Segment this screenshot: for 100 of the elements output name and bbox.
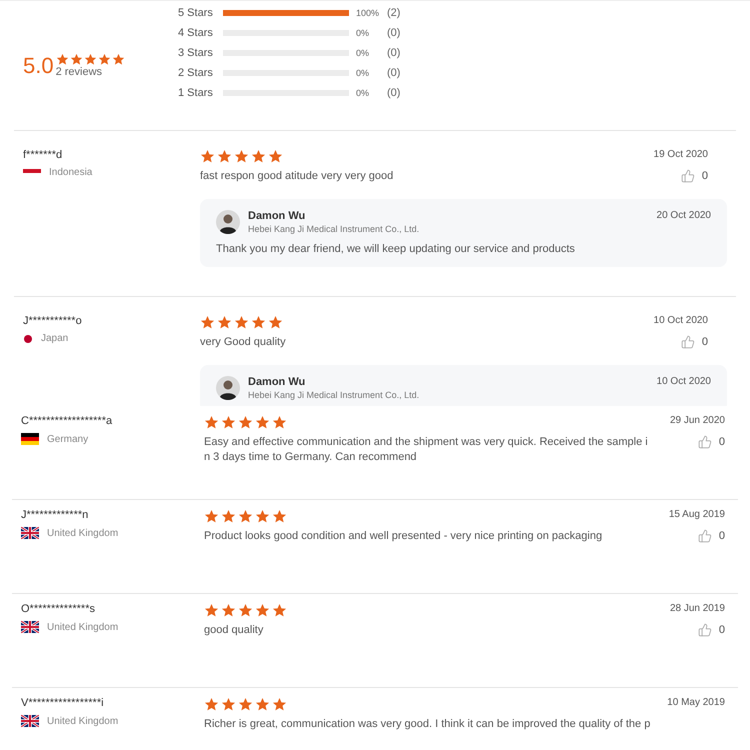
thumbs-up-icon[interactable] [680, 169, 695, 183]
star-icon [221, 509, 236, 524]
rating-count: (0) [387, 67, 400, 79]
star-icon [272, 697, 287, 712]
like-count: 0 [718, 624, 725, 636]
star-level-label: 3 Stars [178, 47, 214, 59]
reviewer-name: f*******d [23, 149, 64, 161]
like-count: 0 [702, 170, 708, 182]
star-icon [238, 509, 253, 524]
star-icon [217, 315, 232, 330]
star-icon [268, 315, 283, 330]
company-name: Hebei Kang Ji Medical Instrument Co., Ltd. [248, 390, 420, 400]
review-date: 10 May 2019 [667, 697, 725, 708]
thumbs-up-icon[interactable] [680, 335, 695, 349]
star-icon [255, 603, 270, 618]
rating-percent: 0% [356, 88, 370, 98]
star-icon [238, 415, 253, 430]
thumbs-up-icon[interactable] [698, 623, 712, 637]
rating-percent: 100% [356, 8, 380, 18]
avatar-icon [216, 210, 240, 234]
reviewer-country: United Kingdom [47, 622, 118, 632]
like-count: 0 [702, 336, 708, 348]
reply-text: Thank you my dear friend, we will keep updating our service and products [216, 243, 576, 255]
rating-percent: 0% [356, 68, 370, 78]
review-text: good quality [204, 623, 264, 638]
flag-icon [21, 621, 39, 633]
thumbs-up-icon[interactable] [698, 529, 712, 543]
review-date: 28 Jun 2019 [670, 603, 725, 614]
review-date: 15 Aug 2019 [668, 509, 725, 520]
replier-name: Damon Wu [248, 210, 306, 222]
like-count: 0 [718, 436, 725, 448]
reviewer-country: Japan [41, 333, 68, 344]
star-icon [70, 53, 83, 66]
star-level-label: 4 Stars [178, 27, 214, 39]
company-name: Hebei Kang Ji Medical Instrument Co., Ltd. [248, 224, 420, 234]
star-icon [255, 509, 270, 524]
rating-count: (0) [387, 87, 400, 99]
rating-count: (0) [387, 27, 400, 39]
reviewer-country: Germany [47, 434, 88, 444]
reviewer-name: J***********o [23, 315, 83, 327]
star-icon [204, 697, 219, 712]
star-icon [56, 53, 69, 66]
star-icon [268, 149, 283, 164]
review-text: fast respon good atitude very very good [200, 169, 394, 184]
star-level-label: 1 Stars [178, 87, 214, 99]
review-text: very Good quality [200, 335, 286, 350]
star-icon [272, 603, 287, 618]
star-icon [221, 697, 236, 712]
review-text: Easy and effective communication and the shipment was very quick. Received the sample in 3 days time to Germany. Can recommend [204, 435, 649, 465]
thumbs-up-icon[interactable] [698, 435, 712, 449]
replier-name: Damon Wu [248, 376, 306, 388]
like-count: 0 [718, 530, 725, 542]
review-text: Richer is great, communication was very good. I think it can be improved the quality of the p [204, 717, 650, 732]
rating-percent: 0% [356, 48, 370, 58]
flag-icon [23, 334, 33, 344]
star-icon [255, 415, 270, 430]
review-date: 10 Oct 2020 [654, 315, 708, 326]
star-icon [112, 53, 125, 66]
review-count: 2 reviews [56, 66, 104, 78]
star-icon [234, 149, 249, 164]
reply-date: 20 Oct 2020 [656, 210, 711, 221]
reviewer-name: J*************n [21, 509, 90, 521]
rating-percent: 0% [356, 28, 370, 38]
star-level-label: 2 Stars [178, 67, 214, 79]
rating-count: (0) [387, 47, 400, 59]
flag-icon [21, 433, 39, 445]
star-icon [204, 509, 219, 524]
star-icon [221, 415, 236, 430]
flag-icon [21, 715, 39, 727]
star-icon [200, 149, 215, 164]
reviewer-name: C******************a [21, 415, 114, 427]
star-icon [204, 603, 219, 618]
rating-count: (2) [387, 7, 400, 19]
star-icon [204, 415, 219, 430]
review-date: 29 Jun 2020 [670, 415, 725, 426]
star-icon [255, 697, 270, 712]
review-date: 19 Oct 2020 [654, 149, 708, 160]
star-icon [251, 315, 266, 330]
star-icon [272, 509, 287, 524]
star-icon [272, 415, 287, 430]
star-icon [251, 149, 266, 164]
reviewer-country: Indonesia [49, 167, 92, 178]
star-icon [238, 697, 253, 712]
average-score: 5.0 [23, 52, 54, 78]
reply-date: 10 Oct 2020 [656, 376, 711, 387]
star-icon [221, 603, 236, 618]
star-level-label: 5 Stars [178, 7, 214, 19]
star-icon [234, 315, 249, 330]
star-icon [217, 149, 232, 164]
reviewer-country: United Kingdom [47, 716, 118, 726]
avatar-icon [216, 376, 240, 400]
star-icon [238, 603, 253, 618]
review-text: Product looks good condition and well presented - very nice printing on packaging [204, 529, 602, 544]
star-icon [200, 315, 215, 330]
reviewer-name: V*****************i [21, 697, 105, 709]
flag-icon [21, 527, 39, 539]
star-icon [84, 53, 97, 66]
reviewer-country: United Kingdom [47, 528, 118, 538]
reviewer-name: O**************s [21, 603, 96, 615]
star-icon [98, 53, 111, 66]
